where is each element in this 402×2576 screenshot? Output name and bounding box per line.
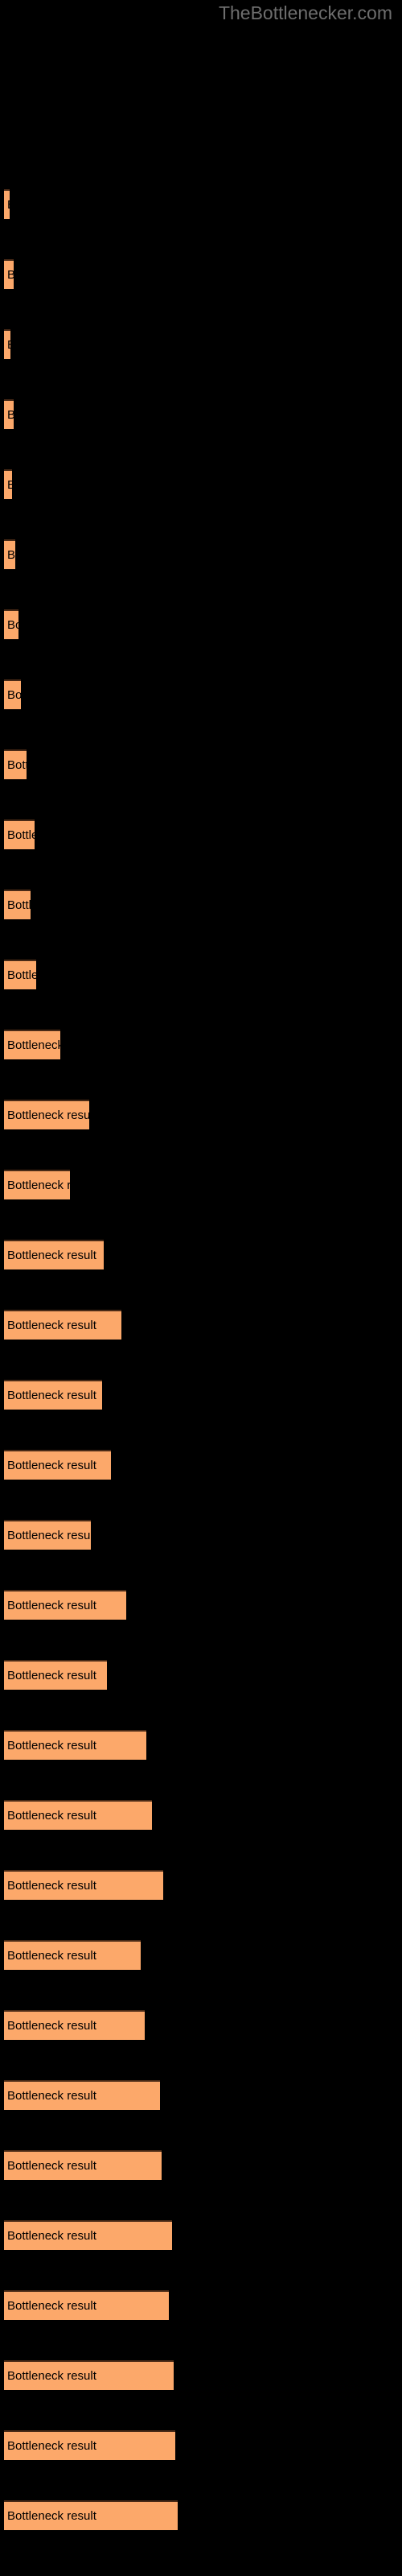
bar-label: Bottleneck result (7, 2228, 96, 2243)
bar[interactable]: Bottleneck result (4, 1100, 89, 1129)
bar-label: Bottleneck result (7, 338, 10, 352)
bar[interactable]: Bottleneck result (4, 539, 15, 569)
bar[interactable]: Bottleneck result (4, 1800, 152, 1830)
bar-label: Bottleneck result (7, 2368, 96, 2383)
bar[interactable]: Bottleneck result (4, 1450, 111, 1480)
bar-label: Bottleneck result (7, 268, 14, 282)
bar[interactable]: Bottleneck result (4, 1590, 126, 1620)
bar-label: Bottleneck result (7, 687, 21, 702)
bar-label: Bottleneck result (7, 2508, 96, 2523)
bar-label: Bottleneck result (7, 198, 10, 212)
bar-label: Bottleneck result (7, 1738, 96, 1752)
bar-label: Bottleneck result (7, 1248, 96, 1262)
bar[interactable]: Bottleneck result (4, 189, 10, 219)
bar[interactable]: Bottleneck result (4, 1170, 70, 1199)
bar-label: Bottleneck result (7, 1528, 91, 1542)
bar[interactable]: Bottleneck result (4, 1030, 60, 1059)
bar-label: Bottleneck result (7, 1668, 96, 1682)
bar[interactable]: Bottleneck result (4, 2080, 160, 2110)
bar-label: Bottleneck result (7, 1948, 96, 1963)
bar[interactable]: Bottleneck result (4, 1730, 146, 1760)
bar-label: Bottleneck result (7, 2018, 96, 2033)
bar-label: Bottleneck result (7, 1458, 96, 1472)
bar-label: Bottleneck result (7, 617, 18, 632)
bar-label: Bottleneck result (7, 2298, 96, 2313)
bar[interactable]: Bottleneck result (4, 2150, 162, 2180)
bar-label: Bottleneck result (7, 2438, 96, 2453)
bar[interactable]: Bottleneck result (4, 1380, 102, 1410)
bar-label: Bottleneck result (7, 1108, 89, 1122)
bar[interactable]: Bottleneck result (4, 1870, 163, 1900)
bar[interactable]: Bottleneck result (4, 469, 12, 499)
bar[interactable]: Bottleneck result (4, 1240, 104, 1269)
bar-label: Bottleneck result (7, 547, 15, 562)
bar-label: Bottleneck result (7, 758, 27, 772)
bar-label: Bottleneck result (7, 1178, 70, 1192)
bar[interactable]: Bottleneck result (4, 1940, 141, 1970)
bar[interactable]: Bottleneck result (4, 399, 14, 429)
bar[interactable]: Bottleneck result (4, 2010, 145, 2040)
bar[interactable]: Bottleneck result (4, 679, 21, 709)
bar[interactable]: Bottleneck result (4, 329, 10, 359)
bar-label: Bottleneck result (7, 898, 31, 912)
bar-label: Bottleneck result (7, 968, 36, 982)
bar-label: Bottleneck result (7, 1878, 96, 1893)
chart-plot-area: Bottleneck result Bottleneck result Bottle… (0, 0, 402, 2576)
bottleneck-bar-chart: TheBottlenecker.com Bottleneck resultBot… (0, 0, 402, 2576)
bar[interactable]: Bottleneck result (4, 749, 27, 779)
bar[interactable]: Bottleneck result (4, 1520, 91, 1550)
bar[interactable]: Bottleneck result (4, 1660, 107, 1690)
bar-label: Bottleneck result (7, 1038, 60, 1052)
bar-label: Bottleneck result (7, 828, 35, 842)
bar[interactable]: Bottleneck result (4, 819, 35, 849)
bar[interactable]: Bottleneck result (4, 2430, 175, 2460)
bar-label: Bottleneck result (7, 1318, 96, 1332)
bar[interactable]: Bottleneck result (4, 2220, 172, 2250)
bar-label: Bottleneck result (7, 1388, 96, 1402)
bar[interactable]: Bottleneck result (4, 609, 18, 639)
bar-label: Bottleneck result (7, 408, 14, 422)
bar[interactable]: Bottleneck result (4, 2290, 169, 2320)
bar[interactable]: Bottleneck result (4, 2360, 174, 2390)
bar-label: Bottleneck result (7, 1598, 96, 1612)
bar-label: Bottleneck result (7, 2158, 96, 2173)
bar[interactable]: Bottleneck result (4, 259, 14, 289)
bar-label: Bottleneck result (7, 478, 12, 492)
bar-label: Bottleneck result (7, 2088, 96, 2103)
bar[interactable]: Bottleneck result (4, 960, 36, 989)
bar[interactable]: Bottleneck result (4, 890, 31, 919)
bar-label: Bottleneck result (7, 1808, 96, 1823)
bar[interactable]: Bottleneck result (4, 2500, 178, 2530)
bar[interactable]: Bottleneck result (4, 1310, 121, 1340)
